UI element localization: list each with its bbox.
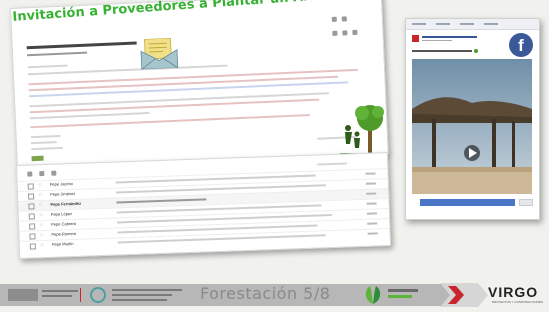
footer-logo-text bbox=[42, 290, 78, 292]
open-window-icon[interactable] bbox=[341, 16, 347, 22]
body-line bbox=[29, 112, 150, 120]
star-icon[interactable]: ☆ bbox=[40, 242, 45, 248]
footer-divider bbox=[80, 288, 81, 302]
reply-icon[interactable] bbox=[342, 30, 348, 36]
row-time bbox=[367, 222, 378, 225]
row-checkbox[interactable] bbox=[28, 213, 35, 220]
more-options-button[interactable] bbox=[519, 199, 533, 206]
row-checkbox[interactable] bbox=[29, 243, 36, 250]
body-line bbox=[30, 134, 61, 139]
row-subject bbox=[116, 198, 207, 204]
page-avatar[interactable] bbox=[412, 35, 419, 42]
body-line bbox=[30, 141, 57, 145]
inbox-list-card: ☆ Pepe Jacinto ☆ Pepe Jiménez ☆ Pepe Fer… bbox=[16, 152, 392, 259]
body-line bbox=[27, 64, 68, 69]
footer-logo-1 bbox=[8, 289, 38, 301]
row-time bbox=[367, 232, 378, 235]
row-time bbox=[366, 212, 377, 215]
email-subject bbox=[26, 41, 137, 50]
footer-logo-text bbox=[42, 295, 72, 297]
forestacion-title: Forestación 5/8 bbox=[200, 284, 331, 303]
star-icon[interactable]: ☆ bbox=[38, 192, 43, 198]
star-icon[interactable]: ☆ bbox=[39, 222, 44, 228]
star-icon[interactable] bbox=[332, 30, 338, 36]
refresh-icon[interactable] bbox=[39, 171, 45, 177]
row-subject bbox=[117, 234, 326, 244]
body-line bbox=[31, 146, 64, 151]
planting-tree-icon bbox=[340, 105, 384, 155]
more-icon[interactable] bbox=[352, 29, 358, 36]
row-sender: Pepe Martín bbox=[51, 241, 74, 247]
page-name[interactable] bbox=[422, 36, 477, 38]
select-all-checkbox[interactable] bbox=[27, 171, 33, 177]
footer-logo-text bbox=[112, 289, 182, 291]
nav-item[interactable] bbox=[460, 23, 474, 25]
row-sender: Pepe Jiménez bbox=[49, 190, 76, 197]
print-icon[interactable] bbox=[331, 16, 337, 22]
row-time bbox=[365, 172, 376, 175]
virgo-logo: VIRGO bbox=[488, 284, 539, 300]
virgo-tagline: PROYECTOS Y CONSTRUCCIONES bbox=[492, 300, 543, 304]
star-icon[interactable]: ☆ bbox=[39, 212, 44, 218]
footer-logo-text bbox=[388, 289, 418, 292]
row-checkbox[interactable] bbox=[27, 183, 34, 190]
row-checkbox[interactable] bbox=[28, 203, 35, 210]
share-button[interactable] bbox=[420, 199, 515, 206]
footer-logo-text bbox=[112, 299, 167, 301]
row-checkbox[interactable] bbox=[29, 233, 36, 240]
star-icon[interactable]: ☆ bbox=[38, 182, 43, 188]
star-icon[interactable]: ☆ bbox=[39, 232, 44, 238]
envelope-icon bbox=[140, 37, 179, 70]
footer-logo-2 bbox=[90, 287, 106, 303]
signature-logo bbox=[31, 155, 44, 162]
row-sender: Pepe Fernández bbox=[50, 200, 82, 207]
post-video[interactable] bbox=[412, 59, 532, 194]
nav-item[interactable] bbox=[484, 23, 498, 25]
tree-emoji bbox=[474, 49, 478, 53]
row-checkbox[interactable] bbox=[29, 223, 36, 230]
row-checkbox[interactable] bbox=[28, 193, 35, 200]
row-sender: Pepe Cabrera bbox=[51, 220, 77, 227]
footer-logo-text bbox=[388, 295, 412, 298]
row-sender: Pepe Jacinto bbox=[49, 181, 73, 187]
leaf-logo-icon bbox=[365, 286, 381, 304]
row-time bbox=[366, 202, 377, 205]
row-sender: Pepe López bbox=[50, 211, 73, 217]
nav-item[interactable] bbox=[412, 23, 426, 25]
post-time bbox=[422, 40, 452, 41]
footer-logo-text bbox=[112, 294, 172, 296]
row-time bbox=[365, 182, 376, 185]
nav-item[interactable] bbox=[436, 23, 450, 25]
star-icon[interactable]: ☆ bbox=[38, 202, 43, 208]
post-text bbox=[412, 50, 472, 52]
pagination bbox=[317, 162, 348, 166]
more-icon[interactable] bbox=[51, 170, 57, 176]
email-sender bbox=[27, 51, 88, 57]
row-time bbox=[366, 192, 377, 195]
facebook-logo-icon: f bbox=[509, 33, 533, 57]
row-sender: Pepe Romero bbox=[51, 230, 77, 237]
virgo-chevron-icon bbox=[448, 286, 464, 304]
